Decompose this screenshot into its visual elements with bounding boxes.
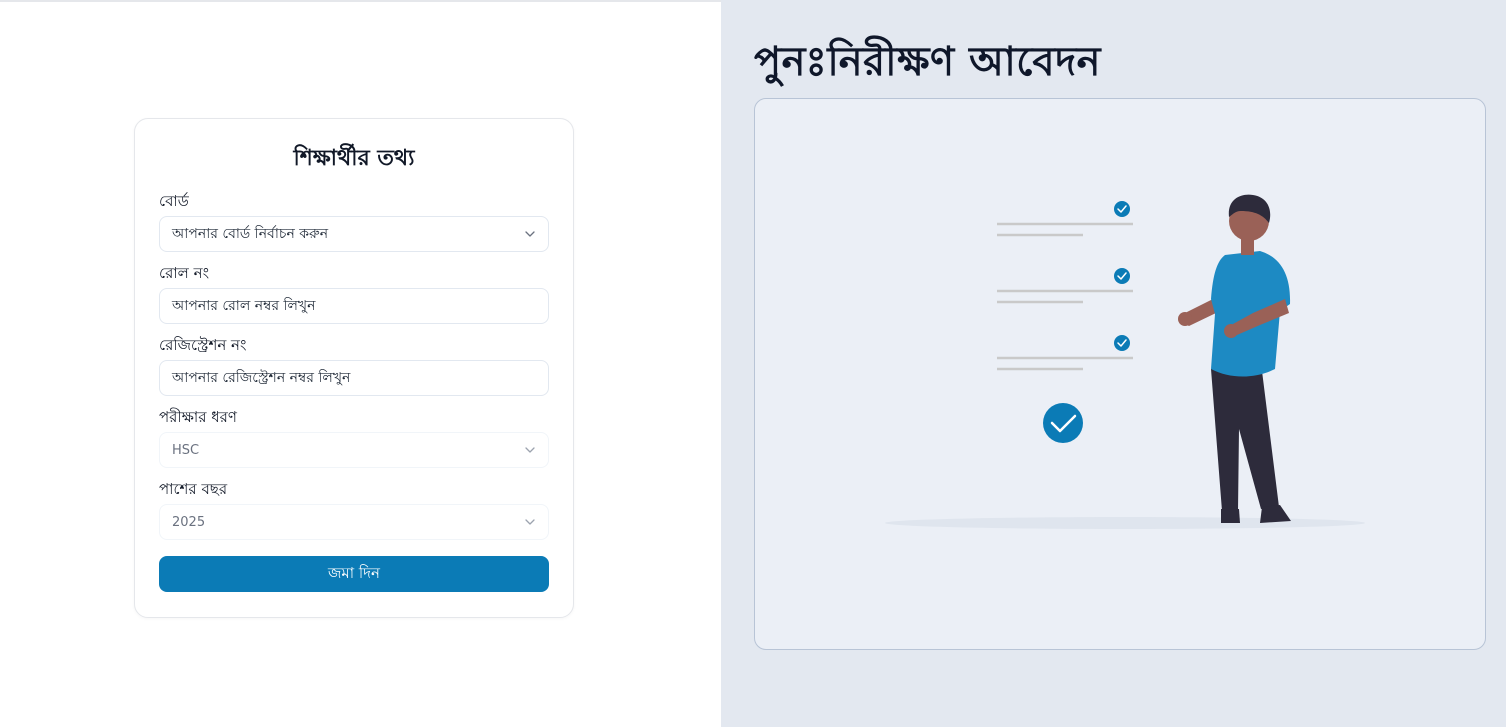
exam-type-field: পরীক্ষার ধরণ HSC: [159, 408, 549, 468]
person-figure: [1178, 194, 1291, 523]
roll-label: রোল নং: [159, 264, 210, 282]
board-select-value: আপনার বোর্ড নির্বাচন করুন: [172, 226, 329, 242]
check-circle-icon: [1114, 201, 1130, 217]
registration-input-placeholder: আপনার রেজিস্ট্রেশন নম্বর লিখুন: [172, 370, 351, 386]
roll-field: রোল নং আপনার রোল নম্বর লিখুন: [159, 264, 549, 324]
checklist: [997, 222, 1133, 371]
exam-type-value: HSC: [172, 442, 200, 458]
registration-input[interactable]: আপনার রেজিস্ট্রেশন নম্বর লিখুন: [159, 360, 549, 396]
registration-field: রেজিস্ট্রেশন নং আপনার রেজিস্ট্রেশন নম্বর…: [159, 336, 549, 396]
page: শিক্ষার্থীর তথ্য বোর্ড আপনার বোর্ড নির্ব…: [0, 0, 1506, 727]
chevron-down-icon: [525, 519, 535, 525]
registration-label: রেজিস্ট্রেশন নং: [159, 336, 247, 354]
check-circle-icon: [1114, 335, 1130, 351]
big-check-circle-icon: [1043, 403, 1083, 443]
pass-year-field: পাশের বছর 2025: [159, 480, 549, 540]
form-pane: শিক্ষার্থীর তথ্য বোর্ড আপনার বোর্ড নির্ব…: [0, 0, 721, 727]
submit-button[interactable]: জমা দিন: [159, 556, 549, 592]
board-select[interactable]: আপনার বোর্ড নির্বাচন করুন: [159, 216, 549, 252]
chevron-down-icon: [525, 231, 535, 237]
form-title: শিক্ষার্থীর তথ্য: [293, 146, 415, 171]
page-title: পুনঃনিরীক্ষণ আবেদন: [754, 39, 1102, 85]
chevron-down-icon: [525, 447, 535, 453]
checklist-person-illustration: [885, 194, 1365, 529]
exam-type-label: পরীক্ষার ধরণ: [159, 408, 237, 426]
roll-input-placeholder: আপনার রোল নম্বর লিখুন: [172, 298, 316, 314]
exam-type-select[interactable]: HSC: [159, 432, 549, 468]
pass-year-value: 2025: [172, 514, 206, 530]
pass-year-select[interactable]: 2025: [159, 504, 549, 540]
pass-year-label: পাশের বছর: [159, 480, 228, 498]
student-info-card: শিক্ষার্থীর তথ্য বোর্ড আপনার বোর্ড নির্ব…: [134, 118, 574, 618]
roll-input[interactable]: আপনার রোল নম্বর লিখুন: [159, 288, 549, 324]
info-pane: পুনঃনিরীক্ষণ আবেদন: [721, 0, 1506, 727]
board-field: বোর্ড আপনার বোর্ড নির্বাচন করুন: [159, 192, 549, 252]
board-label: বোর্ড: [159, 192, 189, 210]
check-circle-icon: [1114, 268, 1130, 284]
illustration-panel: [754, 98, 1486, 650]
